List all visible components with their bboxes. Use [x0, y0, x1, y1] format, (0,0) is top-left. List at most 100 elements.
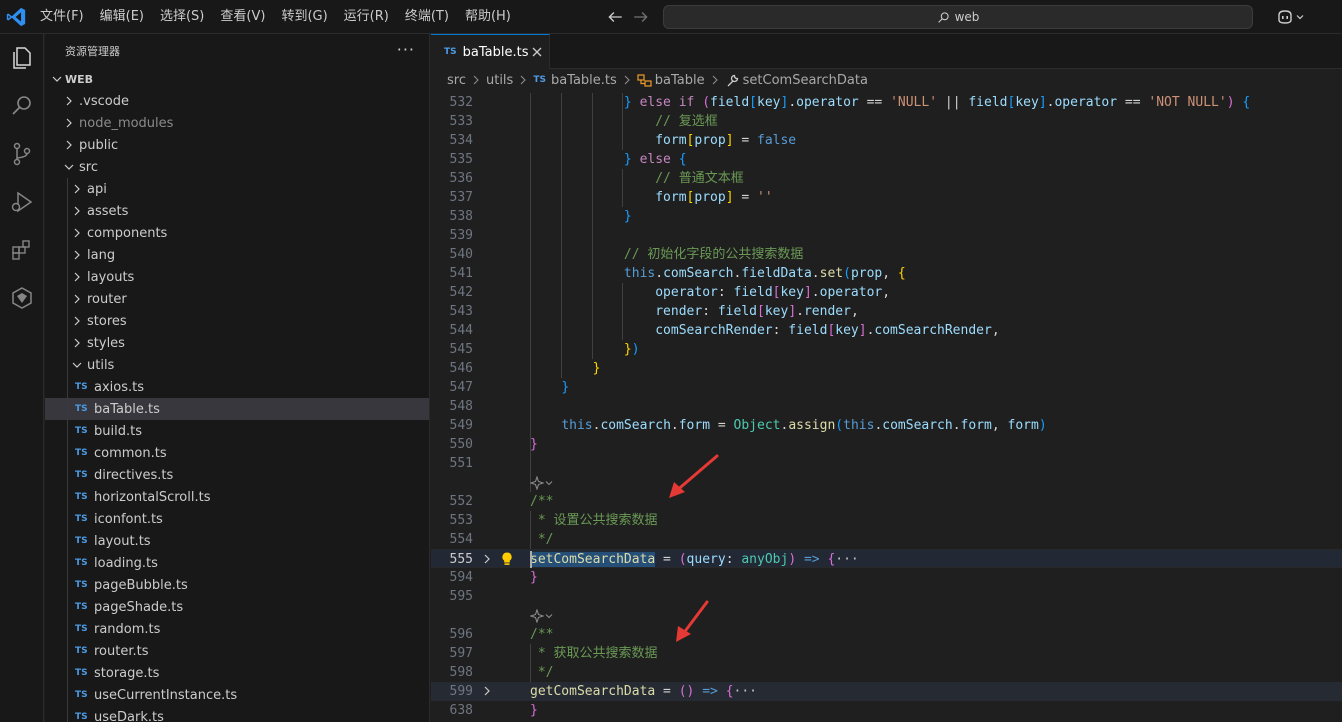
- tree-item-label: node_modules: [79, 115, 174, 131]
- breadcrumb-property[interactable]: setComSearchData: [743, 73, 868, 88]
- code-line[interactable]: 543 render: field[key].render,: [431, 302, 1342, 321]
- code-line[interactable]: 555 setComSearchData = (query: anyObj) =>…: [431, 549, 1342, 568]
- tree-folder[interactable]: styles: [45, 332, 429, 354]
- code-line[interactable]: 549 this.comSearch.form = Object.assign(…: [431, 416, 1342, 435]
- copilot-lens[interactable]: [530, 473, 554, 492]
- tree-file[interactable]: TS build.ts: [45, 420, 429, 442]
- tree-folder[interactable]: utils: [45, 354, 429, 376]
- arrow-left-icon[interactable]: [606, 8, 624, 26]
- code-line[interactable]: 597 * 获取公共搜索数据: [431, 644, 1342, 663]
- menu-terminal[interactable]: 终端(T): [397, 0, 457, 34]
- tree-folder[interactable]: assets: [45, 200, 429, 222]
- chevron-down-icon: [545, 480, 553, 485]
- copilot-lens[interactable]: [530, 606, 554, 625]
- code-line[interactable]: 541 this.comSearch.fieldData.set(prop, {: [431, 264, 1342, 283]
- fold-chevron-right-icon[interactable]: [481, 685, 493, 697]
- tree-file[interactable]: TS directives.ts: [45, 464, 429, 486]
- explorer-files-icon[interactable]: [8, 44, 36, 72]
- tree-folder[interactable]: .vscode: [45, 90, 429, 112]
- remote-explorer-icon[interactable]: [8, 284, 36, 312]
- lightbulb-icon[interactable]: [499, 551, 515, 567]
- code-line[interactable]: 539: [431, 226, 1342, 245]
- extensions-icon[interactable]: [8, 236, 36, 264]
- menu-selection[interactable]: 选择(S): [152, 0, 212, 34]
- code-line[interactable]: 552 /**: [431, 492, 1342, 511]
- tree-file[interactable]: TS layout.ts: [45, 530, 429, 552]
- tree-file[interactable]: TS random.ts: [45, 618, 429, 640]
- tab-batable[interactable]: TS baTable.ts: [431, 34, 550, 69]
- tree-folder[interactable]: api: [45, 178, 429, 200]
- menu-help[interactable]: 帮助(H): [457, 0, 519, 34]
- code-token: (: [678, 552, 687, 567]
- tree-file[interactable]: TS iconfont.ts: [45, 508, 429, 530]
- tree-file[interactable]: TS common.ts: [45, 442, 429, 464]
- code-line[interactable]: 638}: [431, 701, 1342, 720]
- code-line[interactable]: 594}: [431, 568, 1342, 587]
- code-line[interactable]: 537 form[prop] = '': [431, 188, 1342, 207]
- breadcrumb-src[interactable]: src: [447, 73, 466, 88]
- tree-file[interactable]: TS loading.ts: [45, 552, 429, 574]
- code-token: =>: [702, 684, 718, 699]
- code-line[interactable]: 547 }: [431, 378, 1342, 397]
- menu-go[interactable]: 转到(G): [273, 0, 335, 34]
- code-line[interactable]: 533 // 复选框: [431, 112, 1342, 131]
- tree-file[interactable]: TS baTable.ts: [45, 398, 429, 420]
- code-line[interactable]: 535 } else {: [431, 150, 1342, 169]
- code-line[interactable]: 595: [431, 587, 1342, 606]
- breadcrumb-utils[interactable]: utils: [486, 73, 513, 88]
- menu-run[interactable]: 运行(R): [336, 0, 397, 34]
- tree-folder[interactable]: public: [45, 134, 429, 156]
- command-center-search[interactable]: web: [663, 5, 1253, 29]
- menu-edit[interactable]: 编辑(E): [92, 0, 152, 34]
- close-icon[interactable]: [531, 46, 543, 58]
- code-line[interactable]: 548: [431, 397, 1342, 416]
- tree-file[interactable]: TS pageShade.ts: [45, 596, 429, 618]
- code-line[interactable]: 540 // 初始化字段的公共搜索数据: [431, 245, 1342, 264]
- line-number: 547: [449, 380, 473, 395]
- tree-folder[interactable]: stores: [45, 310, 429, 332]
- tree-folder[interactable]: components: [45, 222, 429, 244]
- breadcrumb-file[interactable]: baTable.ts: [551, 73, 617, 88]
- code-line[interactable]: 598 */: [431, 663, 1342, 682]
- code-line[interactable]: 551: [431, 454, 1342, 473]
- code-line[interactable]: 553 * 设置公共搜索数据: [431, 511, 1342, 530]
- code-line[interactable]: 544 comSearchRender: field[key].comSearc…: [431, 321, 1342, 340]
- tree-folder[interactable]: lang: [45, 244, 429, 266]
- code-line[interactable]: 545 }): [431, 340, 1342, 359]
- menu-file[interactable]: 文件(F): [32, 0, 92, 34]
- breadcrumb-class[interactable]: baTable: [655, 73, 705, 88]
- tree-folder[interactable]: node_modules: [45, 112, 429, 134]
- code-line[interactable]: 596 /**: [431, 625, 1342, 644]
- tree-file[interactable]: TS useDark.ts: [45, 706, 429, 722]
- arrow-right-icon[interactable]: [632, 8, 650, 26]
- tree-file[interactable]: TS storage.ts: [45, 662, 429, 684]
- workspace-root[interactable]: WEB: [45, 68, 429, 90]
- tree-file[interactable]: TS router.ts: [45, 640, 429, 662]
- copilot-button[interactable]: [1276, 7, 1312, 27]
- code-line[interactable]: 554 */: [431, 530, 1342, 549]
- code-line[interactable]: 550}: [431, 435, 1342, 454]
- run-debug-icon[interactable]: [8, 188, 36, 216]
- fold-chevron-right-icon[interactable]: [481, 553, 493, 565]
- code-line[interactable]: 599 getComSearchData = () => {···: [431, 682, 1342, 701]
- code-editor[interactable]: 532 } else if (field[key].operator == 'N…: [431, 93, 1342, 722]
- typescript-file-icon: TS: [75, 558, 88, 568]
- tree-folder[interactable]: layouts: [45, 266, 429, 288]
- code-line[interactable]: 538 }: [431, 207, 1342, 226]
- tree-file[interactable]: TS axios.ts: [45, 376, 429, 398]
- tree-folder[interactable]: src: [45, 156, 429, 178]
- code-line[interactable]: 534 form[prop] = false: [431, 131, 1342, 150]
- menu-view[interactable]: 查看(V): [212, 0, 273, 34]
- source-control-icon[interactable]: [8, 140, 36, 168]
- tree-folder[interactable]: router: [45, 288, 429, 310]
- code-line[interactable]: 546 }: [431, 359, 1342, 378]
- code-line[interactable]: 536 // 普通文本框: [431, 169, 1342, 188]
- search-icon[interactable]: [8, 92, 36, 120]
- tree-file[interactable]: TS horizontalScroll.ts: [45, 486, 429, 508]
- tree-file[interactable]: TS pageBubble.ts: [45, 574, 429, 596]
- code-line[interactable]: 532 } else if (field[key].operator == 'N…: [431, 93, 1342, 112]
- tree-file[interactable]: TS useCurrentInstance.ts: [45, 684, 429, 706]
- code-line[interactable]: 542 operator: field[key].operator,: [431, 283, 1342, 302]
- more-actions-icon[interactable]: ···: [397, 40, 415, 59]
